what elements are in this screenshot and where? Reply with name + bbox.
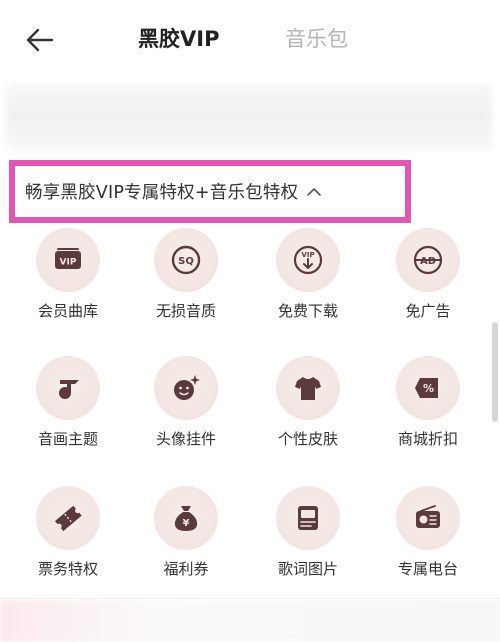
theme-icon [59,380,79,399]
back-arrow-icon [26,28,54,52]
privilege-icon-circle [154,356,218,420]
privilege-label: 票务特权 [37,560,98,578]
privilege-icon-circle: ¥ [154,486,218,550]
privileges-row: VIP 会员曲库 SQ 无损音质 VIP 免费下载 AD 免广告 [0,228,492,338]
privileges-row: 票务特权 ¥ 福利券 歌词图片 专属电台 [0,486,492,596]
svg-text:AD: AD [420,256,436,267]
lyrics-image-icon [298,506,318,530]
privilege-icon-circle [396,486,460,550]
svg-text:VIP: VIP [60,258,77,268]
radio-icon [416,505,440,528]
privilege-label: 专属电台 [397,560,458,578]
privilege-label: 无损音质 [155,302,216,320]
privilege-label: 会员曲库 [37,302,98,320]
privilege-mall-discount[interactable]: % 商城折扣 [368,356,488,466]
privilege-label: 福利券 [163,560,209,578]
divider [0,598,500,599]
privileges-header-toggle[interactable]: 畅享黑胶VIP专属特权+音乐包特权 [9,160,411,223]
svg-text:SQ: SQ [178,256,194,267]
privilege-avatar-pendant[interactable]: 头像挂件 [126,356,246,466]
privilege-free-download[interactable]: VIP 免费下载 [248,228,368,338]
svg-text:%: % [423,382,434,395]
privilege-label: 歌词图片 [277,560,338,578]
privilege-icon-circle: VIP [36,228,100,292]
privilege-label: 免广告 [405,302,451,320]
back-button[interactable] [22,22,58,58]
blurred-bottom-section [0,600,500,642]
privilege-ticketing[interactable]: 票务特权 [8,486,128,596]
avatar-pendant-icon [174,375,200,400]
privilege-lossless-quality[interactable]: SQ 无损音质 [126,228,246,338]
scrollbar[interactable] [492,322,498,422]
sq-quality-icon: SQ [171,245,201,275]
privilege-icon-circle [276,486,340,550]
privilege-audio-visual-theme[interactable]: 音画主题 [8,356,128,466]
top-header: 黑胶VIP 音乐包 [0,0,500,80]
privilege-icon-circle: VIP [276,228,340,292]
tab-music-package[interactable]: 音乐包 [285,24,348,54]
privilege-icon-circle [36,486,100,550]
money-bag-icon: ¥ [174,506,198,531]
vip-privileges-page: 黑胶VIP 音乐包 畅享黑胶VIP专属特权+音乐包特权 VIP 会员曲库 SQ … [0,0,500,642]
vip-download-icon: VIP [293,245,323,275]
privilege-member-library[interactable]: VIP 会员曲库 [8,228,128,338]
ticket-icon [54,505,82,532]
no-ad-icon: AD [413,245,443,275]
chevron-up-icon [307,187,322,196]
privilege-label: 头像挂件 [155,430,216,448]
privilege-welfare-coupon[interactable]: ¥ 福利券 [126,486,246,596]
privilege-label: 商城折扣 [397,430,458,448]
privilege-exclusive-radio[interactable]: 专属电台 [368,486,488,596]
privilege-icon-circle [276,356,340,420]
privileges-row: 音画主题 头像挂件 个性皮肤 % 商城折扣 [0,356,492,466]
privilege-icon-circle: % [396,356,460,420]
vip-badge-icon: VIP [55,248,81,269]
privilege-custom-skin[interactable]: 个性皮肤 [248,356,368,466]
privilege-label: 个性皮肤 [277,430,338,448]
discount-tag-icon: % [415,378,438,398]
privilege-label: 免费下载 [277,302,338,320]
blurred-membership-card [6,84,492,150]
privilege-label: 音画主题 [37,430,98,448]
privilege-icon-circle: SQ [154,228,218,292]
privilege-icon-circle: AD [396,228,460,292]
privilege-lyrics-image[interactable]: 歌词图片 [248,486,368,596]
privilege-icon-circle [36,356,100,420]
svg-text:VIP: VIP [301,251,314,259]
privileges-title: 畅享黑胶VIP专属特权+音乐包特权 [25,183,299,203]
tab-black-vip[interactable]: 黑胶VIP [138,24,219,54]
tshirt-skin-icon [295,377,321,400]
svg-text:¥: ¥ [183,518,190,529]
privilege-ad-free[interactable]: AD 免广告 [368,228,488,338]
